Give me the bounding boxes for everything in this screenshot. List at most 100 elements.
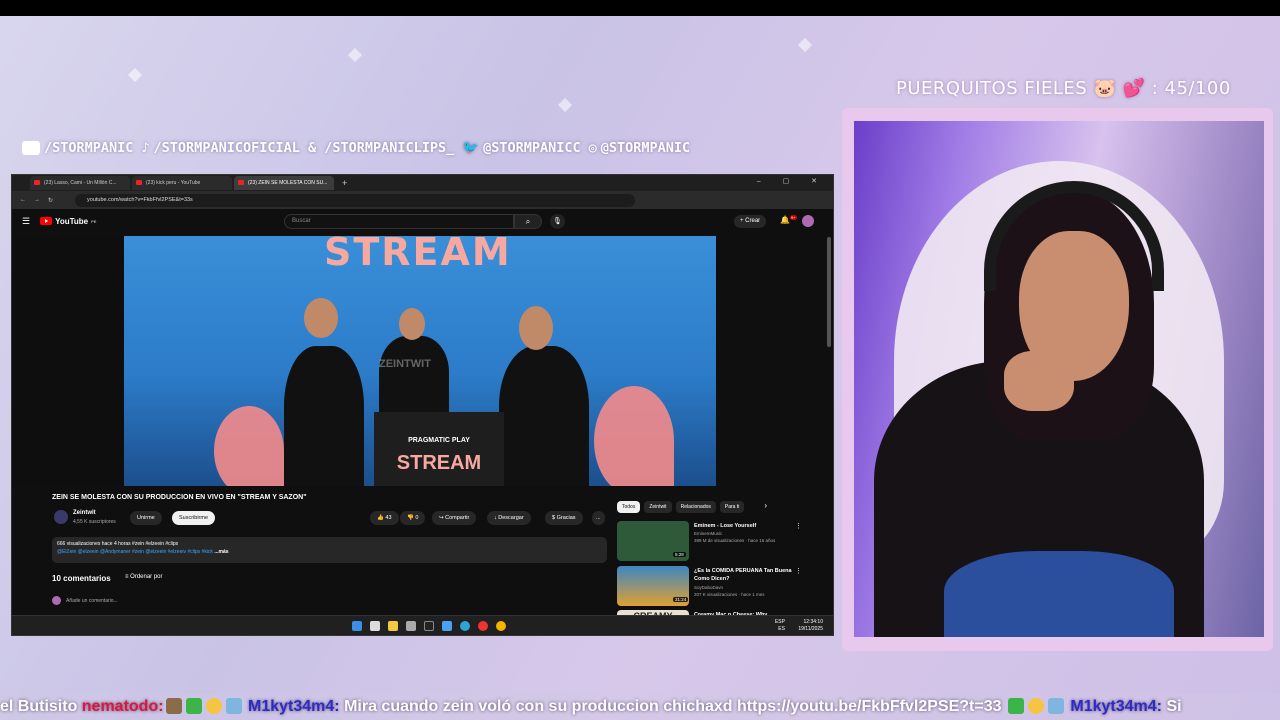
search-taskbar-icon[interactable] [370,621,380,631]
sparkle-decoration [797,37,813,53]
edge-icon[interactable] [460,621,470,631]
store-icon[interactable] [406,621,416,631]
desk-logo: PRAGMATIC PLAY [408,437,470,444]
social-twitter: 🐦 @STORMPANICC [462,140,580,156]
voice-search-button[interactable]: 🎙 [550,214,565,229]
video-title: ZEIN SE MOLESTA CON SU PRODUCCION EN VIV… [52,494,307,501]
comments-count: 10 comentarios [52,574,111,583]
social-youtube: /STORMPANIC [22,140,133,156]
search-button[interactable]: ⌕ [514,214,542,229]
subscribe-button[interactable]: Suscribirme [172,511,216,525]
more-options-icon[interactable]: ⋮ [795,567,802,575]
video-player[interactable]: STREAM ZEINTWIT PRAGMATIC PLAY STREAM [124,236,716,486]
share-button[interactable]: ↪ Compartir [432,511,477,525]
recommendation-meta: 207 K visualizaciones · hace 1 mes [694,592,765,597]
thanks-button[interactable]: $ Gracias [545,511,583,525]
search-icon: ⌕ [525,217,531,226]
social-youtube-label: /STORMPANIC [44,140,134,156]
ticker-username: M1kyt34m4: [248,698,340,715]
reload-icon[interactable]: ↻ [48,197,53,204]
description-box[interactable]: 666 visualizaciones hace 4 horas #zein #… [52,537,607,563]
twitter-icon: 🐦 [462,140,480,156]
clock[interactable]: 12:34:10 19/11/2025 [798,619,823,633]
browser-tab-1[interactable]: (23) Lasso, Cami - Un Millón C... [30,176,130,190]
channel-name[interactable]: Zeintwit [73,510,96,516]
page-scrollbar[interactable] [827,237,831,347]
more-options-icon[interactable]: ⋮ [795,522,802,530]
flame-decoration [594,386,674,486]
ticker-prefix: el Butisito [0,698,82,715]
chip-zeintwit[interactable]: Zeintwit [644,501,672,513]
app-icon[interactable] [442,621,452,631]
social-handles-bar: /STORMPANIC ♪ /STORMPANICOFICIAL & /STOR… [22,136,822,160]
recommendation-item[interactable]: 5:28 Eminem - Lose Yourself EminemMusic … [617,521,832,563]
account-avatar[interactable] [802,215,814,227]
recommendation-item[interactable]: 31:24 ¿Es la COMIDA PERUANA Tan Buena Co… [617,566,832,608]
download-button[interactable]: ↓ Descargar [487,511,531,525]
youtube-region: PE [91,218,97,224]
social-instagram: ◎ @STORMPANIC [589,140,691,156]
youtube-logo[interactable]: YouTube PE [40,217,96,226]
streamer-jeans [944,551,1174,637]
start-icon[interactable] [352,621,362,631]
person-head [399,308,425,340]
bell-icon: 🔔 [780,215,790,225]
back-icon[interactable]: ← [20,197,26,203]
app-icon[interactable] [478,621,488,631]
social-twitter-label: @STORMPANICC [483,140,581,156]
video-letterbox [12,236,124,486]
person-head [304,298,338,338]
create-button[interactable]: + Crear [734,215,767,228]
sunglasses-emote-icon [1027,698,1044,714]
person-silhouette [499,346,589,486]
description-more-link[interactable]: ...más [214,549,228,555]
sort-comments-button[interactable]: ≡ Ordenar por [125,574,163,580]
share-label: Compartir [445,515,470,521]
notification-badge: 9+ [789,215,797,220]
like-button[interactable]: 👍 43 [370,511,399,525]
app-icon[interactable] [424,621,434,631]
browser-tab-3-active[interactable]: (23) ZEIN SE MOLESTA CON SU... [234,176,334,190]
chip-relacionados[interactable]: Relacionados [675,501,716,513]
youtube-play-icon [40,217,53,225]
chrome-icon[interactable] [496,621,506,631]
dislike-button[interactable]: 👎 0 [400,511,426,525]
youtube-header: ☰ YouTube PE Buscar ⌕ 🎙 + Crear 🔔9+ [12,209,833,233]
sort-label: Ordenar por [130,574,163,580]
top-black-bar [0,0,1280,16]
system-tray[interactable]: ESP ES 12:34:10 19/11/2025 [775,619,823,633]
instagram-icon: ◎ [588,140,597,156]
new-tab-button[interactable]: + [342,178,347,188]
menu-icon[interactable]: ☰ [22,216,30,227]
video-duration: 31:24 [673,597,689,602]
channel-avatar[interactable] [54,510,68,524]
person-head [519,306,553,350]
join-button[interactable]: Unirme [130,511,162,525]
recommendation-channel[interactable]: EminemMusic [694,531,722,536]
video-duration: 5:28 [673,552,686,557]
person-silhouette [284,346,364,486]
address-bar-row: ← → ↻ youtube.com/watch?v=FkbFfvl2PSE&t=… [12,191,833,209]
browser-window: (23) Lasso, Cami - Un Millón C... (23) k… [11,174,834,636]
file-explorer-icon[interactable] [388,621,398,631]
social-tiktok: ♪ /STORMPANICOFICIAL & /STORMPANICLIPS_ [141,140,454,156]
add-comment-field[interactable]: Añade un comentario... [52,596,118,605]
chevron-right-icon[interactable]: › [764,501,767,513]
forward-icon[interactable]: → [34,197,40,203]
recommendation-channel[interactable]: SoyDaboDavn [694,585,723,590]
recommendation-title[interactable]: Eminem - Lose Yourself [694,522,794,530]
sparkle-decoration [347,47,363,63]
chip-para-ti[interactable]: Para ti [719,501,745,513]
recommendation-title[interactable]: ¿Es la COMIDA PERUANA Tan Buena Como Dic… [694,567,794,583]
chip-todos[interactable]: Todos [617,501,641,513]
sparkle-decoration [557,97,573,113]
window-controls[interactable]: ‒ ▢ ✕ [757,177,827,185]
language-indicator[interactable]: ESP ES [775,619,785,633]
browser-tab-2[interactable]: (23) kick peru - YouTube [132,176,232,190]
description-tags: @ElZein @elzeein @Andymaner #zein @elzee… [57,549,602,555]
notifications-button[interactable]: 🔔9+ [780,215,797,225]
search-input[interactable]: Buscar [284,214,514,229]
social-instagram-label: @STORMPANIC [600,140,691,156]
more-actions-button[interactable]: ... [592,511,605,525]
url-field[interactable]: youtube.com/watch?v=FkbFfvl2PSE&t=33s [75,193,636,207]
